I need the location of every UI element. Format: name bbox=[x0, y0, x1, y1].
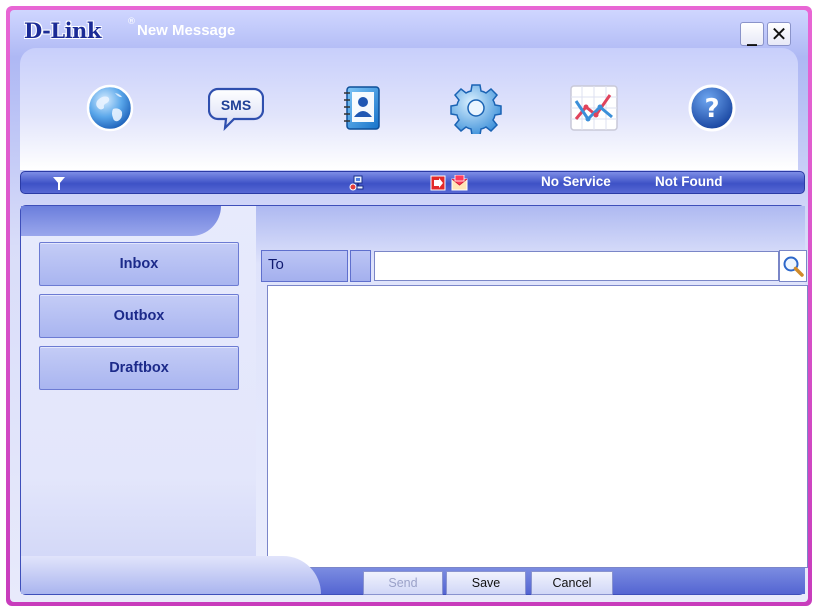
cancel-button[interactable]: Cancel bbox=[531, 571, 613, 595]
recipient-row: To bbox=[261, 250, 807, 284]
message-body-input[interactable] bbox=[267, 285, 808, 568]
sidebar-item-label: Draftbox bbox=[109, 360, 169, 376]
sidebar-item-inbox[interactable]: Inbox bbox=[39, 242, 239, 286]
send-button[interactable]: Send bbox=[363, 571, 443, 595]
contact-search-button[interactable] bbox=[779, 250, 807, 282]
to-label: To bbox=[268, 256, 284, 273]
close-button[interactable]: ✕ bbox=[767, 22, 791, 46]
to-separator bbox=[350, 250, 371, 282]
sidebar-item-draftbox[interactable]: Draftbox bbox=[39, 346, 239, 390]
device-status: Not Found bbox=[655, 174, 723, 189]
help-button[interactable]: ? bbox=[684, 80, 740, 136]
contacts-icon bbox=[344, 86, 380, 130]
close-icon: ✕ bbox=[770, 22, 788, 46]
signal-antenna-icon bbox=[53, 177, 65, 190]
service-status: No Service bbox=[541, 174, 611, 189]
status-bar: No Service Not Found bbox=[20, 171, 805, 194]
recipient-input[interactable] bbox=[374, 251, 779, 281]
main-toolbar: SMS ? bbox=[20, 48, 798, 170]
minimize-button[interactable]: _ bbox=[740, 22, 764, 46]
sim-icon bbox=[430, 175, 446, 191]
cancel-button-label: Cancel bbox=[552, 576, 592, 590]
main-panel: Inbox Outbox Draftbox To Send Save Cance… bbox=[20, 205, 808, 595]
sidebar-header-tab bbox=[21, 206, 221, 236]
registered-mark: ® bbox=[127, 17, 136, 27]
help-icon-text: ? bbox=[704, 94, 719, 124]
globe-icon bbox=[86, 84, 134, 132]
dlink-logo: D-Link bbox=[24, 18, 101, 43]
window-title: New Message bbox=[137, 22, 236, 39]
settings-button[interactable] bbox=[448, 80, 504, 136]
mail-icon bbox=[451, 175, 468, 191]
sms-button[interactable]: SMS bbox=[208, 80, 264, 136]
contacts-button[interactable] bbox=[334, 80, 390, 136]
save-button[interactable]: Save bbox=[446, 571, 526, 595]
statistics-button[interactable] bbox=[566, 80, 622, 136]
save-button-label: Save bbox=[471, 576, 501, 590]
search-icon bbox=[783, 256, 804, 277]
sidebar-item-label: Inbox bbox=[119, 256, 159, 272]
minimize-icon: _ bbox=[747, 22, 757, 46]
network-icon bbox=[349, 175, 364, 191]
sidebar-item-label: Outbox bbox=[113, 308, 165, 324]
send-button-label: Send bbox=[388, 576, 418, 590]
app-window: D-Link ® New Message _ ✕ SMS ? No Servic… bbox=[10, 10, 808, 602]
sms-icon: SMS bbox=[208, 87, 264, 131]
sidebar-footer-curve bbox=[21, 556, 321, 594]
sidebar-item-outbox[interactable]: Outbox bbox=[39, 294, 239, 338]
to-button[interactable]: To bbox=[261, 250, 348, 282]
gear-icon bbox=[450, 84, 502, 134]
sms-icon-text: SMS bbox=[221, 97, 251, 113]
help-icon: ? bbox=[688, 84, 736, 132]
statistics-chart-icon bbox=[570, 85, 618, 131]
internet-button[interactable] bbox=[82, 80, 138, 136]
